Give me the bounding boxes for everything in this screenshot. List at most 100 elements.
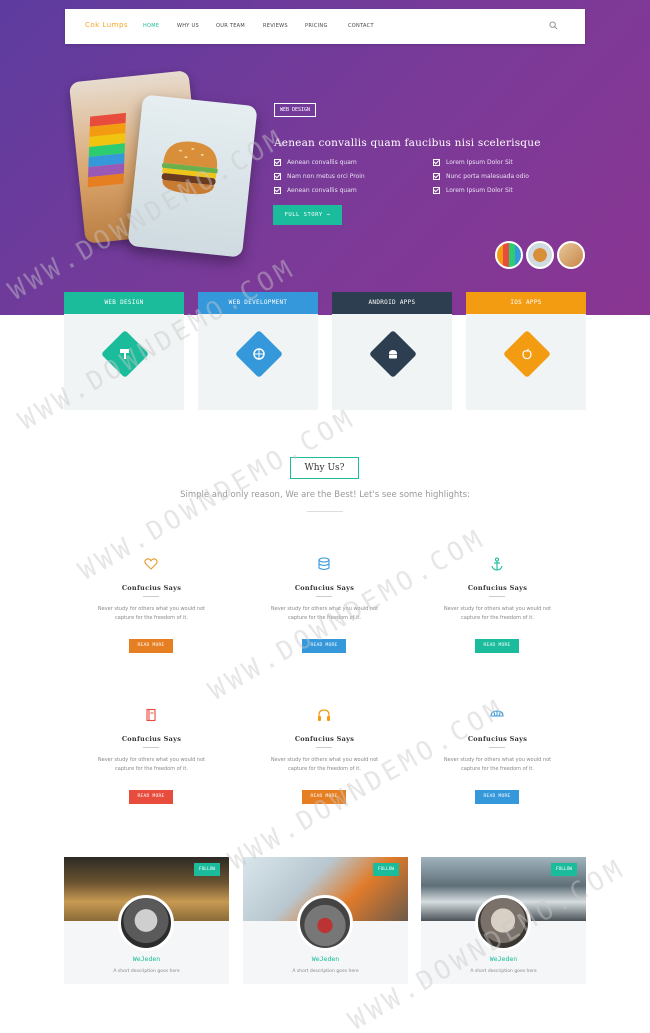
- slide-thumb-burger[interactable]: [526, 241, 554, 269]
- service-ios-apps[interactable]: IOS APPS: [466, 292, 586, 410]
- anchor-icon: [491, 557, 503, 571]
- feature-title: Confucius Says: [467, 584, 528, 592]
- team-member-description: A short description goes here: [292, 969, 359, 974]
- team-card: FOLLOW WeJeden A short description goes …: [64, 857, 229, 984]
- hero-list-right: Lorem Ipsum Dolor Sit Nunc porta malesua…: [433, 155, 563, 197]
- list-item: Lorem Ipsum Dolor Sit: [433, 155, 563, 169]
- top-navbar: Cok Lumps HOME WHY US OUR TEAM REVIEWS P…: [65, 9, 585, 44]
- book-icon: [146, 708, 156, 722]
- database-icon: [318, 557, 330, 571]
- list-item: Aenean convallis quam: [274, 155, 404, 169]
- burger-image: [127, 94, 258, 258]
- read-more-button[interactable]: READ MORE: [475, 639, 519, 653]
- read-more-button[interactable]: READ MORE: [475, 790, 519, 804]
- feature-card: Confucius Says Never study for others wh…: [65, 533, 238, 683]
- nav-pricing[interactable]: PRICING: [305, 23, 328, 29]
- avatar: [475, 895, 531, 951]
- list-item: Lorem Ipsum Dolor Sit: [433, 183, 563, 197]
- nav-home[interactable]: HOME: [143, 23, 159, 29]
- checkbox-icon: [433, 186, 440, 194]
- checkbox-icon: [433, 158, 440, 166]
- team-member-name: WeJeden: [489, 955, 518, 963]
- feature-card: Confucius Says Never study for others wh…: [238, 684, 411, 834]
- divider: [307, 511, 343, 512]
- service-web-development[interactable]: WEB DEVELOPMENT: [198, 292, 318, 410]
- feature-text: Never study for others what you would no…: [443, 606, 552, 621]
- feature-text: Never study for others what you would no…: [270, 606, 379, 621]
- feature-title: Confucius Says: [467, 735, 528, 743]
- feature-card: Confucius Says Never study for others wh…: [65, 684, 238, 834]
- hero-title: Aenean convallis quam faucibus nisi scel…: [274, 137, 541, 149]
- hero-section: Cok Lumps HOME WHY US OUR TEAM REVIEWS P…: [0, 0, 650, 315]
- nav-reviews[interactable]: REVIEWS: [263, 23, 288, 29]
- divider: [489, 596, 505, 597]
- checkbox-icon: [433, 172, 440, 180]
- apple-icon: [522, 348, 532, 360]
- headphones-icon: [318, 709, 330, 721]
- team-member-name: WeJeden: [311, 955, 340, 963]
- feature-text: Never study for others what you would no…: [97, 606, 206, 621]
- read-more-button[interactable]: READ MORE: [302, 790, 346, 804]
- divider: [143, 596, 159, 597]
- avatar: [118, 895, 174, 951]
- why-us-title: Why Us?: [290, 457, 359, 479]
- service-label: WEB DESIGN: [64, 292, 184, 314]
- arrow-right-icon: →: [326, 212, 331, 218]
- read-more-button[interactable]: READ MORE: [129, 639, 173, 653]
- avatar: [297, 895, 353, 951]
- feature-title: Confucius Says: [121, 735, 182, 743]
- follow-button[interactable]: FOLLOW: [373, 863, 399, 876]
- full-story-button[interactable]: FULL STORY →: [273, 205, 342, 225]
- read-more-button[interactable]: READ MORE: [129, 790, 173, 804]
- checkbox-icon: [274, 186, 281, 194]
- service-label: IOS APPS: [466, 292, 586, 314]
- feature-card: Confucius Says Never study for others wh…: [238, 533, 411, 683]
- burger-icon: [161, 141, 218, 195]
- service-web-design[interactable]: WEB DESIGN: [64, 292, 184, 410]
- android-icon: [389, 350, 397, 359]
- team-member-name: WeJeden: [132, 955, 161, 963]
- checkbox-icon: [274, 158, 281, 166]
- nav-why-us[interactable]: WHY US: [177, 23, 199, 29]
- slide-thumb-other[interactable]: [557, 241, 585, 269]
- service-label: ANDROID APPS: [332, 292, 452, 314]
- features-grid: Confucius Says Never study for others wh…: [65, 533, 585, 833]
- globe-icon: [253, 348, 265, 360]
- list-item: Nam non metus orci Proin: [274, 169, 404, 183]
- nav-our-team[interactable]: OUR TEAM: [216, 23, 245, 29]
- checkbox-icon: [274, 172, 281, 180]
- divider: [316, 596, 332, 597]
- hero-tag: WEB DESIGN: [274, 103, 316, 117]
- read-more-button[interactable]: READ MORE: [302, 639, 346, 653]
- team-card: FOLLOW WeJeden A short description goes …: [243, 857, 408, 984]
- list-item: Nunc porta malesuada odio: [433, 169, 563, 183]
- feature-title: Confucius Says: [121, 584, 182, 592]
- heart-icon: [144, 558, 158, 570]
- follow-button[interactable]: FOLLOW: [194, 863, 220, 876]
- umbrella-icon: [490, 710, 504, 717]
- list-item: Aenean convallis quam: [274, 183, 404, 197]
- hero-list-left: Aenean convallis quam Nam non metus orci…: [274, 155, 404, 197]
- feature-text: Never study for others what you would no…: [270, 757, 379, 772]
- why-us-subtitle: Simple and only reason, We are the Best!…: [180, 490, 470, 500]
- divider: [489, 747, 505, 748]
- team-member-description: A short description goes here: [470, 969, 537, 974]
- divider: [143, 747, 159, 748]
- team-member-description: A short description goes here: [113, 969, 180, 974]
- feature-card: Confucius Says Never study for others wh…: [411, 533, 584, 683]
- feature-title: Confucius Says: [294, 584, 355, 592]
- service-android-apps[interactable]: ANDROID APPS: [332, 292, 452, 410]
- feature-title: Confucius Says: [294, 735, 355, 743]
- search-icon[interactable]: [549, 21, 558, 30]
- team-card: FOLLOW WeJeden A short description goes …: [421, 857, 586, 984]
- service-label: WEB DEVELOPMENT: [198, 292, 318, 314]
- divider: [316, 747, 332, 748]
- follow-button[interactable]: FOLLOW: [551, 863, 577, 876]
- site-logo[interactable]: Cok Lumps: [85, 21, 128, 29]
- feature-text: Never study for others what you would no…: [97, 757, 206, 772]
- paint-roller-icon: [120, 349, 129, 359]
- feature-card: Confucius Says Never study for others wh…: [411, 684, 584, 834]
- nav-contact[interactable]: CONTACT: [348, 23, 374, 29]
- slide-thumb-chair[interactable]: [495, 241, 523, 269]
- feature-text: Never study for others what you would no…: [443, 757, 552, 772]
